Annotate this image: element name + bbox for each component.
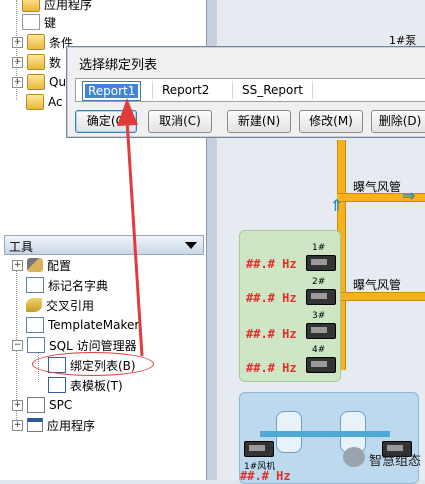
watermark-text: 智慧组态 xyxy=(369,454,422,469)
watermark: 智慧组态 xyxy=(343,445,423,471)
annotation-arrow-head xyxy=(117,98,138,126)
annotation-arrow-line xyxy=(125,119,144,357)
annotation-overlay xyxy=(117,98,144,357)
wechat-logo-icon xyxy=(343,447,365,467)
annotation-ellipse xyxy=(32,352,154,376)
